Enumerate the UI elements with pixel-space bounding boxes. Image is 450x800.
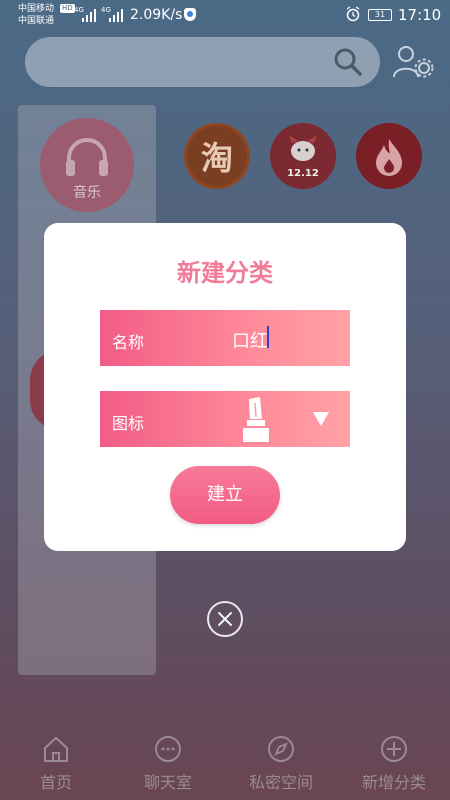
name-label: 名称 [112,333,145,352]
user-settings-icon[interactable] [392,44,434,80]
nav-home-label: 首页 [39,773,72,792]
taobao-app-icon[interactable]: 淘 [184,123,250,189]
signal-icon [109,9,123,22]
battery-indicator: 31 [368,9,392,21]
music-label: 音乐 [73,185,101,201]
dropdown-arrow-icon[interactable] [312,411,330,427]
hd-badge: HD [60,4,75,13]
text-cursor [267,326,269,348]
dialog-title: 新建分类 [177,259,273,287]
nav-add-label: 新增分类 [361,773,426,792]
close-icon [218,612,232,626]
headphones-icon [66,138,108,176]
carrier-1: 中国移动 [18,4,55,14]
nav-chat[interactable]: 聊天室 [113,730,223,800]
jd-dog-icon [289,135,317,161]
nav-home[interactable]: 首页 [1,730,111,800]
carrier-2: 中国联通 [18,16,55,26]
search-icon[interactable] [332,46,364,78]
status-bar: 中国移动 中国联通 HD 4G 4G 2.09K/s 31 17:10 [0,0,450,30]
nav-private-space[interactable]: 私密空间 [226,730,336,800]
compass-icon [268,736,294,762]
icon-label: 图标 [112,414,145,433]
jd-label: 12.12 [287,168,319,179]
bottom-navigation: 首页 聊天室 私密空间 新增分类 [0,730,450,800]
fire-icon [376,139,402,176]
close-dialog-button[interactable] [207,601,243,637]
create-button[interactable]: 建立 [170,466,280,524]
name-field[interactable]: 名称 口红 [100,310,350,366]
nav-private-label: 私密空间 [248,773,313,792]
clock: 17:10 [398,6,442,24]
add-circle-icon [381,736,407,762]
new-category-dialog: 新建分类 名称 口红 图标 建立 [44,223,406,551]
alarm-icon [346,6,360,22]
carrier-info: 中国移动 中国联通 [18,3,54,27]
signal-icon [82,9,96,22]
name-input[interactable]: 口红 [232,327,268,353]
shield-icon [184,8,196,21]
search-bar[interactable] [25,37,380,87]
icon-selector[interactable]: 图标 [100,391,350,447]
home-icon [44,736,68,762]
network-speed: 2.09K/s [130,7,183,23]
nav-chat-label: 聊天室 [143,773,192,792]
chat-icon [155,736,181,762]
nav-add-category[interactable]: 新增分类 [339,730,449,800]
lipstick-icon [243,397,269,442]
